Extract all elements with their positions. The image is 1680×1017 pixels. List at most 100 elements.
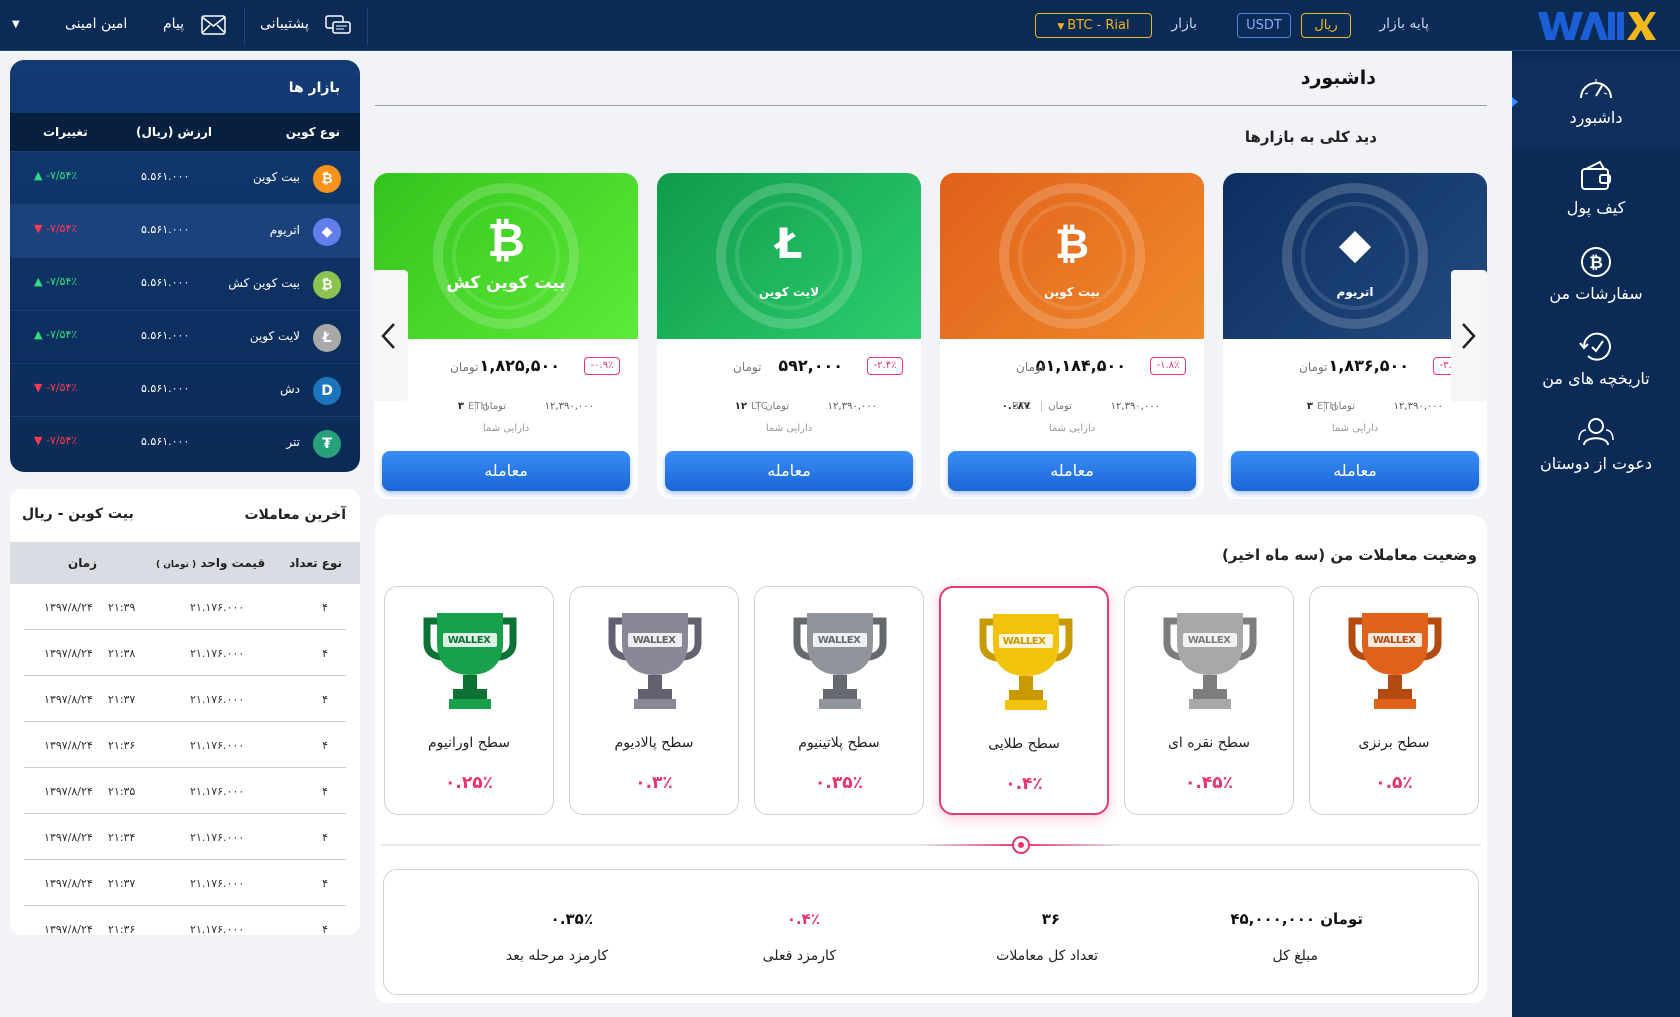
market-card-title: بیت کوین کش bbox=[446, 273, 566, 293]
markets-panel: بازار ها نوع کوین ارزش (ریال) تغییرات ₿ ب… bbox=[10, 60, 360, 472]
market-card-unit: تومان bbox=[1299, 360, 1328, 374]
market-card-price: ۵۹۲,۰۰۰ bbox=[778, 356, 843, 375]
trade-qty: ۴ bbox=[322, 877, 328, 890]
trophy-icon bbox=[1348, 613, 1442, 709]
arrow-up-icon: ▲ bbox=[34, 169, 43, 182]
markets-header-value: ارزش (ریال) bbox=[136, 125, 212, 139]
level-card[interactable]: WALLEX سطح اورانیوم ۰.۲۵٪ bbox=[384, 586, 554, 815]
market-card-image: ₿ بیت کوین bbox=[940, 173, 1204, 339]
trades-header-unit-price: ( تومان ) قیمت واحد bbox=[156, 556, 265, 570]
market-label: بازار bbox=[1171, 16, 1197, 32]
level-fee: ۰.۳۵٪ bbox=[815, 773, 863, 793]
trade-button[interactable]: معامله bbox=[948, 451, 1196, 491]
market-card: ₿ بیت کوین -۱.۸٪ ۵۱,۱۸۴,۵۰۰ تومان ۱۲,۳۹۰,۰۰۰ ت… bbox=[940, 173, 1204, 499]
chevron-left-icon bbox=[381, 323, 395, 349]
level-card[interactable]: WALLEX سطح پلاتینیوم ۰.۳۵٪ bbox=[754, 586, 924, 815]
support-link[interactable]: پشتیبانی bbox=[260, 16, 309, 32]
market-price: ۵.۵۶۱.۰۰۰ bbox=[141, 170, 190, 183]
nav-item-wallet[interactable]: کیف پول bbox=[1512, 148, 1680, 236]
market-row[interactable]: ₿ بیت کوین ۵.۵۶۱.۰۰۰ ▲ -۷/۵۴٪ bbox=[10, 151, 360, 204]
markets-header-coin: نوع کوین bbox=[285, 125, 340, 139]
trophy-logo-text: WALLEX bbox=[1187, 635, 1231, 646]
nav-item-invite[interactable]: دعوت از دوستان bbox=[1512, 404, 1680, 492]
market-price: ۵.۵۶۱.۰۰۰ bbox=[141, 329, 190, 342]
market-coin-name: لایت کوین bbox=[249, 329, 300, 343]
base-rial-button[interactable]: ریال bbox=[1301, 13, 1351, 38]
base-usdt-button[interactable]: USDT bbox=[1237, 13, 1291, 38]
coin-icon: ◆ bbox=[313, 218, 341, 246]
level-slider-knob[interactable] bbox=[1012, 836, 1030, 854]
market-card: Ł لایت کوین -۲.۴٪ ۵۹۲,۰۰۰ تومان ۱۲,۳۹۰,۰۰۰ توم… bbox=[657, 173, 921, 499]
level-card[interactable]: WALLEX سطح طلایی ۰.۴٪ bbox=[939, 586, 1109, 815]
market-select-caret-icon: ▼ bbox=[1057, 22, 1068, 32]
trade-row: ۴ ۲۱.۱۷۶.۰۰۰ ۲۱:۳۸ ۱۳۹۷/۸/۲۴ bbox=[24, 630, 346, 676]
market-card-change: -۰.۹٪ bbox=[584, 357, 620, 375]
level-card[interactable]: WALLEX سطح نقره ای ۰.۴۵٪ bbox=[1124, 586, 1294, 815]
trades-header-time: زمان bbox=[68, 556, 98, 570]
market-row[interactable]: ₮ تتر ۵.۵۶۱.۰۰۰ ▼ -۷/۵۴٪ bbox=[10, 416, 360, 469]
nav-item-history[interactable]: تاریخچه های من bbox=[1512, 319, 1680, 407]
arrow-down-icon: ▼ bbox=[34, 222, 43, 235]
user-menu-caret-icon[interactable]: ▼ bbox=[12, 19, 20, 30]
messages-link[interactable]: پیام bbox=[163, 16, 184, 32]
latest-trades-title: آخرین معاملات bbox=[244, 507, 346, 523]
nav-item-orders[interactable]: ₿ سفارشات من bbox=[1512, 234, 1680, 322]
market-change: ▲ -۷/۵۴٪ bbox=[34, 328, 77, 341]
latest-trades-pair[interactable]: بیت کوین - ریال bbox=[22, 506, 134, 522]
arrow-down-icon: ▼ bbox=[34, 434, 43, 447]
trade-date: ۱۳۹۷/۸/۲۴ bbox=[44, 877, 93, 890]
market-card-title: بیت کوین bbox=[1043, 285, 1101, 299]
gauge-icon bbox=[1580, 79, 1612, 99]
market-coin-name: بیت کوین bbox=[253, 170, 300, 184]
next-fee-value: ۰.۳۵٪ bbox=[550, 910, 593, 928]
trade-button[interactable]: معامله bbox=[665, 451, 913, 491]
holding-label: دارایی شما bbox=[1048, 423, 1096, 434]
market-card-unit: تومان bbox=[1016, 360, 1045, 374]
holding-unit: تومان bbox=[1041, 401, 1072, 412]
market-card-price: ۵۱,۱۸۴,۵۰۰ bbox=[1035, 356, 1126, 375]
user-name[interactable]: امین امینی bbox=[65, 16, 127, 32]
holding-label: دارایی شما bbox=[1331, 423, 1379, 434]
envelope-icon[interactable] bbox=[201, 15, 226, 39]
carousel-next-button[interactable] bbox=[1451, 270, 1487, 402]
nav-label-wallet: کیف پول bbox=[1566, 198, 1626, 217]
market-card-unit: تومان bbox=[450, 360, 479, 374]
support-icon[interactable] bbox=[325, 15, 351, 41]
trade-button[interactable]: معامله bbox=[1231, 451, 1479, 491]
carousel-prev-button[interactable] bbox=[372, 270, 408, 402]
trophy-icon bbox=[979, 614, 1073, 710]
current-fee-value: ۰.۴٪ bbox=[786, 910, 820, 928]
market-row[interactable]: ₿ بیت کوین کش ۵.۵۶۱.۰۰۰ ▲ -۷/۵۴٪ bbox=[10, 257, 360, 310]
trophy-icon bbox=[1163, 613, 1257, 709]
market-card: ◆اتریوم-۳.۷٪۱,۸۳۶,۵۰۰تومان۱۲,۳۹۰,۰۰۰توما… bbox=[1223, 173, 1487, 499]
trade-qty: ۴ bbox=[322, 693, 328, 706]
latest-trades-panel: آخرین معاملات بیت کوین - ریال نوع تعداد … bbox=[10, 489, 360, 935]
market-select[interactable]: ▼ BTC - Rial bbox=[1035, 13, 1152, 38]
title-divider bbox=[375, 105, 1487, 106]
market-row[interactable]: Ł لایت کوین ۵.۵۶۱.۰۰۰ ▲ -۷/۵۴٪ bbox=[10, 310, 360, 363]
market-select-value: BTC - Rial bbox=[1067, 18, 1130, 33]
nav-item-dashboard[interactable]: داشبورد bbox=[1512, 60, 1680, 148]
trade-row: ۴ ۲۱.۱۷۶.۰۰۰ ۲۱:۳۵ ۱۳۹۷/۸/۲۴ bbox=[24, 768, 346, 814]
market-change: ▼ -۷/۵۴٪ bbox=[34, 381, 77, 394]
market-row[interactable]: ◆ اتریوم ۵.۵۶۱.۰۰۰ ▼ -۷/۵۴٪ bbox=[10, 204, 360, 257]
markets-overview-title: دید کلی به بازارها bbox=[1244, 128, 1377, 146]
trade-price: ۲۱.۱۷۶.۰۰۰ bbox=[190, 785, 245, 798]
market-card-image: Ł لایت کوین bbox=[657, 173, 921, 339]
trade-row: ۴ ۲۱.۱۷۶.۰۰۰ ۲۱:۳۴ ۱۳۹۷/۸/۲۴ bbox=[24, 814, 346, 860]
level-card[interactable]: WALLEX سطح پالادیوم ۰.۳٪ bbox=[569, 586, 739, 815]
trophy-logo-text: WALLEX bbox=[817, 635, 861, 646]
holding-symbol: ETH bbox=[468, 401, 488, 412]
market-change-value: -۷/۵۴٪ bbox=[45, 275, 78, 288]
wallex-logo[interactable] bbox=[1538, 10, 1656, 42]
total-amount-label: مبلغ کل bbox=[1272, 948, 1318, 964]
market-price: ۵.۵۶۱.۰۰۰ bbox=[141, 435, 190, 448]
level-card[interactable]: WALLEX سطح برنزی ۰.۵٪ bbox=[1309, 586, 1479, 815]
wallet-icon bbox=[1581, 160, 1611, 190]
nav-label-orders: سفارشات من bbox=[1549, 284, 1643, 303]
trading-status-title: وضعیت معاملات من (سه ماه اخیر) bbox=[1221, 546, 1477, 564]
trophy-icon bbox=[793, 613, 887, 709]
market-row[interactable]: D دش ۵.۵۶۱.۰۰۰ ▼ -۷/۵۴٪ bbox=[10, 363, 360, 416]
trade-button[interactable]: معامله bbox=[382, 451, 630, 491]
coin-glyph-icon: ₿ bbox=[1054, 219, 1090, 268]
